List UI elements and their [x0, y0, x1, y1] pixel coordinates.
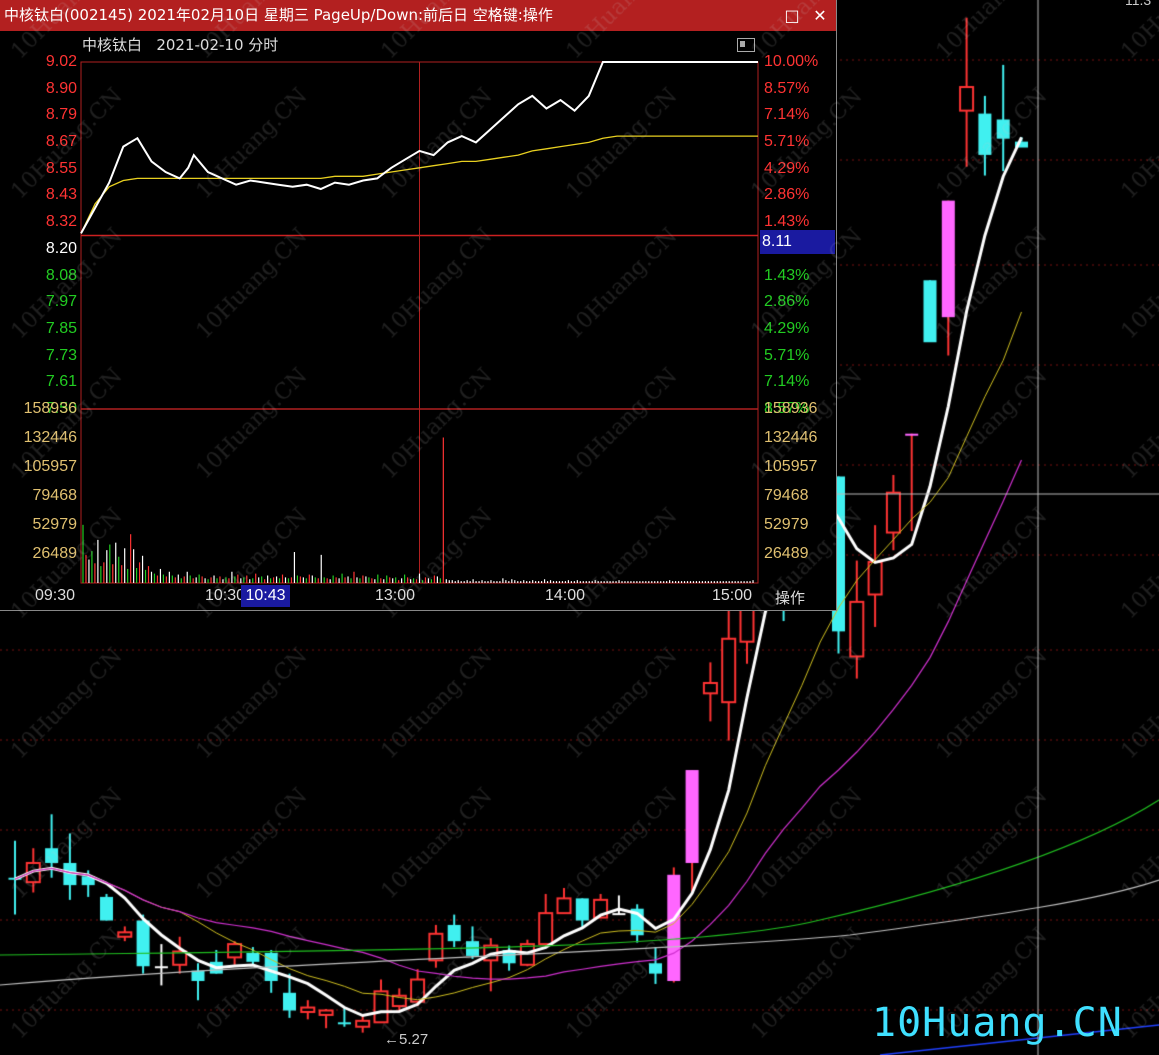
- pct-tick-right: 4.29%: [764, 319, 810, 337]
- price-tick-left: 8.79: [45, 106, 77, 124]
- pct-tick-right: 5.71%: [764, 133, 810, 151]
- price-tick-left: 8.55: [45, 159, 77, 177]
- volume-tick-right: 26489: [764, 545, 809, 562]
- price-tick-left: 8.20: [45, 239, 77, 257]
- volume-tick-right: 105957: [764, 458, 818, 475]
- window-titlebar[interactable]: 中核钛白(002145) 2021年02月10日 星期三 PageUp/Down…: [0, 0, 836, 31]
- pct-tick-right: 2.86%: [764, 186, 810, 204]
- price-tick-left: 8.32: [45, 213, 77, 231]
- volume-tick-left: 158936: [23, 400, 77, 417]
- cursor-time-label: 10:43: [241, 585, 290, 607]
- price-tick-left: 7.61: [45, 373, 77, 391]
- low-price-marker: ←5.27: [384, 1031, 429, 1048]
- volume-tick-left: 52979: [32, 516, 78, 533]
- chart-date: 2021-02-10: [156, 36, 244, 54]
- chart-mode: 分时: [248, 36, 279, 54]
- window-title: 中核钛白(002145) 2021年02月10日 星期三 PageUp/Down…: [4, 6, 553, 24]
- pct-tick-right: 8.57%: [764, 79, 810, 97]
- pct-tick-right: 1.43%: [764, 213, 810, 231]
- operate-button[interactable]: 操作: [775, 587, 805, 608]
- time-tick: 15:00: [712, 587, 753, 604]
- price-tick-left: 8.08: [45, 266, 77, 284]
- volume-tick-left: 79468: [32, 487, 78, 504]
- stock-name: 中核钛白: [82, 36, 143, 54]
- price-tick-left: 8.90: [45, 79, 77, 97]
- time-tick: 10:30: [205, 587, 246, 604]
- volume-tick-right: 132446: [764, 429, 818, 446]
- price-tick-left: 8.43: [45, 186, 77, 204]
- price-tick-left: 7.73: [45, 346, 77, 364]
- price-tick-left: 9.02: [45, 53, 77, 70]
- pct-tick-right: 5.71%: [764, 346, 810, 364]
- time-tick: 14:00: [545, 587, 586, 604]
- volume-tick-left: 105957: [23, 458, 77, 475]
- volume-tick-left: 132446: [23, 429, 77, 446]
- intraday-popup-window[interactable]: 中核钛白(002145) 2021年02月10日 星期三 PageUp/Down…: [0, 0, 837, 611]
- pct-tick-right: 2.86%: [764, 293, 810, 311]
- close-button[interactable]: ✕: [808, 0, 832, 31]
- corner-price-label: 11.3: [1125, 0, 1152, 8]
- brand-logo: 10Huang.CN: [872, 1000, 1123, 1046]
- cursor-price-label: 8.11: [760, 230, 835, 254]
- pct-tick-right: 10.00%: [764, 53, 819, 70]
- volume-tick-right: 52979: [764, 516, 809, 533]
- time-tick: 13:00: [375, 587, 416, 604]
- volume-tick-left: 26489: [32, 545, 78, 562]
- pct-tick-right: 7.14%: [764, 373, 810, 391]
- pct-tick-right: 1.43%: [764, 266, 810, 284]
- chart-header: 中核钛白 2021-02-10 分时: [82, 34, 278, 55]
- price-tick-left: 7.85: [45, 319, 77, 337]
- time-tick: 09:30: [35, 587, 76, 604]
- volume-tick-right: 158936: [764, 400, 818, 417]
- maximize-button[interactable]: □: [780, 0, 804, 31]
- volume-tick-right: 79468: [764, 487, 809, 504]
- price-tick-left: 7.97: [45, 293, 77, 311]
- price-tick-left: 8.67: [45, 133, 77, 151]
- pct-tick-right: 4.29%: [764, 159, 810, 177]
- pct-tick-right: 7.14%: [764, 106, 810, 124]
- panel-toggle-icon[interactable]: [737, 38, 755, 52]
